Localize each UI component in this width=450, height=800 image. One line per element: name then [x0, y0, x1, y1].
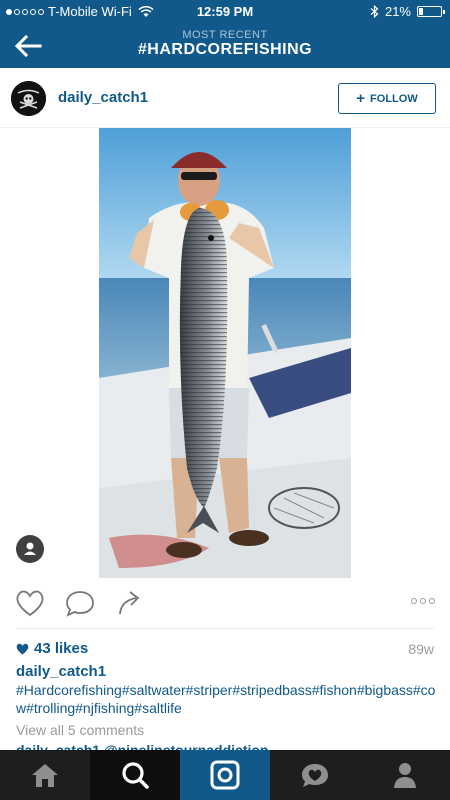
likes-label: 43 likes	[34, 640, 89, 657]
app-header: T-Mobile Wi-Fi 12:59 PM 21% MOST RECENT …	[0, 0, 450, 68]
caption-hashtags[interactable]: #Hardcorefishing#saltwater#striper#strip…	[16, 682, 435, 716]
profile-icon	[394, 763, 416, 788]
comment-button[interactable]	[64, 588, 96, 623]
tab-search[interactable]	[90, 750, 180, 800]
post-caption: daily_catch1 #Hardcorefishing#saltwater#…	[16, 663, 438, 717]
share-arrow-icon	[119, 591, 140, 615]
status-right: 21%	[370, 4, 445, 19]
follow-label: FOLLOW	[370, 92, 418, 105]
likes-row: 43 likes 89w	[16, 640, 434, 660]
post-photo-area	[0, 128, 450, 578]
heart-outline-icon	[16, 590, 44, 617]
caption-username[interactable]: daily_catch1	[16, 663, 438, 681]
battery-icon	[417, 6, 445, 17]
tab-activity[interactable]	[270, 750, 360, 800]
bluetooth-icon	[370, 5, 379, 18]
header-subtitle: MOST RECENT	[182, 29, 268, 41]
tagged-users-button[interactable]	[16, 535, 44, 563]
avatar[interactable]	[11, 81, 46, 116]
divider	[16, 628, 434, 629]
avatar-logo-image	[11, 81, 46, 116]
tab-camera[interactable]	[180, 750, 270, 800]
heart-filled-icon	[16, 643, 29, 654]
post-timestamp: 89w	[408, 641, 434, 657]
battery-percent: 21%	[384, 4, 411, 19]
screen: T-Mobile Wi-Fi 12:59 PM 21% MOST RECENT …	[0, 0, 450, 800]
post-photo[interactable]	[99, 128, 351, 578]
like-button[interactable]	[14, 588, 46, 623]
post-username[interactable]: daily_catch1	[58, 89, 148, 106]
likes-count[interactable]: 43 likes	[16, 640, 434, 657]
battery-level	[419, 8, 423, 15]
more-options-button[interactable]	[411, 598, 435, 604]
post-actions	[0, 580, 450, 628]
tab-profile[interactable]	[360, 750, 450, 800]
tab-bar	[0, 750, 450, 800]
share-button[interactable]	[114, 588, 144, 623]
person-icon	[24, 542, 36, 555]
activity-icon	[302, 764, 328, 787]
plus-icon: +	[356, 90, 366, 107]
view-comments-link[interactable]: View all 5 comments	[16, 722, 144, 738]
search-icon	[122, 762, 149, 789]
page-title: #HARDCOREFISHING	[137, 41, 313, 58]
status-bar: T-Mobile Wi-Fi 12:59 PM 21%	[0, 0, 450, 22]
comment-bubble-icon	[66, 591, 94, 617]
tab-home[interactable]	[0, 750, 90, 800]
camera-icon	[210, 760, 240, 790]
post-header: daily_catch1 + FOLLOW	[0, 68, 450, 128]
fishing-photo-image	[99, 128, 351, 578]
follow-button[interactable]: + FOLLOW	[338, 83, 436, 114]
home-icon	[32, 764, 58, 787]
more-dots-icon	[411, 598, 417, 604]
